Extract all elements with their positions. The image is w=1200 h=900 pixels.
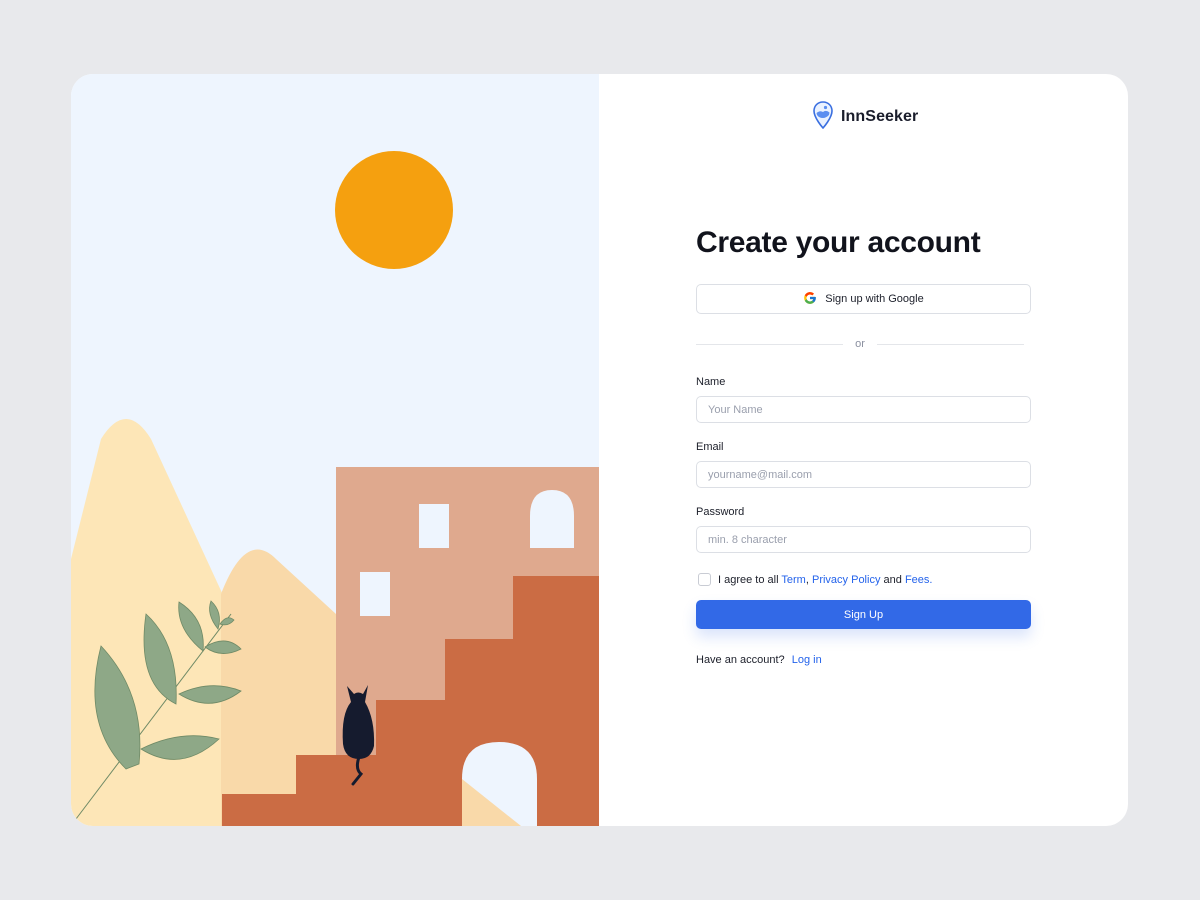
google-icon bbox=[803, 291, 817, 308]
sign-up-button[interactable]: Sign Up bbox=[696, 600, 1031, 629]
brand-logo[interactable]: InnSeeker bbox=[813, 100, 919, 134]
email-label: Email bbox=[696, 441, 724, 453]
form-panel: InnSeeker Create your account Sign up wi… bbox=[599, 74, 1128, 826]
password-label: Password bbox=[696, 506, 745, 518]
or-divider: or bbox=[696, 338, 1024, 350]
password-input[interactable] bbox=[696, 526, 1031, 553]
brand-name: InnSeeker bbox=[841, 108, 919, 125]
page-title: Create your account bbox=[696, 226, 981, 259]
name-label: Name bbox=[696, 376, 726, 388]
privacy-policy-link[interactable]: Privacy Policy bbox=[812, 574, 880, 586]
google-signup-button[interactable]: Sign up with Google bbox=[696, 284, 1031, 314]
term-link[interactable]: Term bbox=[781, 574, 805, 586]
terms-checkbox[interactable] bbox=[698, 573, 711, 586]
divider-line bbox=[696, 343, 844, 345]
agree-and: and bbox=[883, 573, 902, 586]
divider-text: or bbox=[855, 338, 865, 350]
divider-line bbox=[876, 343, 1024, 345]
agree-text: I agree to all Term, Privacy Policy and … bbox=[718, 574, 932, 586]
google-button-label: Sign up with Google bbox=[825, 293, 924, 305]
hero-illustration bbox=[71, 74, 599, 826]
sun-shape bbox=[335, 151, 453, 269]
agree-comma: , bbox=[805, 573, 809, 586]
fees-link[interactable]: Fees. bbox=[905, 574, 933, 586]
email-input[interactable] bbox=[696, 461, 1031, 488]
agree-prefix: I agree to all bbox=[718, 573, 779, 586]
login-prompt: Have an account? Log in bbox=[696, 654, 1031, 666]
login-link[interactable]: Log in bbox=[792, 654, 822, 666]
name-input[interactable] bbox=[696, 396, 1031, 423]
map-pin-icon bbox=[813, 100, 833, 134]
terms-agreement: I agree to all Term, Privacy Policy and … bbox=[696, 573, 1031, 586]
have-account-text: Have an account? bbox=[696, 654, 785, 666]
signup-form: Create your account Sign up with Google … bbox=[696, 224, 1031, 666]
signup-card: InnSeeker Create your account Sign up wi… bbox=[71, 74, 1128, 826]
